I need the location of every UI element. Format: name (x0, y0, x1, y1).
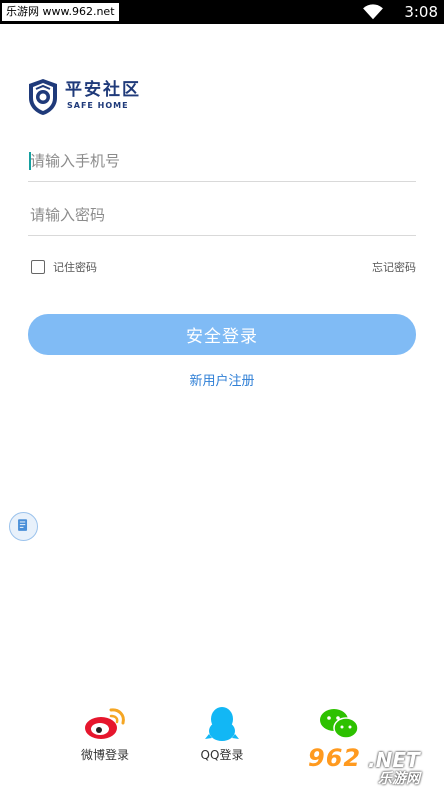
status-watermark: 乐游网 www.962.net (2, 3, 119, 21)
qq-login-button[interactable]: QQ登录 (182, 706, 262, 763)
password-field-container (28, 196, 416, 236)
logo-title: 平安社区 (65, 80, 141, 100)
register-link[interactable]: 新用户注册 (0, 370, 444, 389)
weibo-icon (85, 708, 125, 739)
forgot-password-link[interactable]: 忘记密码 (372, 259, 416, 275)
qq-login-label: QQ登录 (200, 748, 244, 762)
password-input[interactable] (28, 196, 416, 234)
wechat-icon (320, 709, 359, 739)
app-logo: 平安社区 SAFE HOME (27, 78, 187, 118)
weibo-login-label: 微博登录 (80, 748, 129, 762)
wifi-icon (363, 4, 383, 20)
login-button[interactable]: 安全登录 (28, 314, 416, 355)
remember-checkbox[interactable] (31, 260, 45, 274)
watermark-cn: 乐游网 (378, 771, 420, 787)
status-time: 3:08 (404, 3, 438, 21)
text-caret (29, 152, 31, 170)
status-bar: 乐游网 www.962.net 3:08 (0, 0, 444, 24)
floating-document-button[interactable] (9, 512, 38, 541)
remember-label: 记住密码 (53, 261, 97, 274)
qq-icon (205, 707, 239, 741)
document-icon (18, 519, 28, 531)
logo-subtitle: SAFE HOME (67, 101, 129, 110)
phone-input[interactable] (28, 142, 416, 180)
police-badge-icon (29, 79, 57, 115)
weibo-login-button[interactable]: 微博登录 (65, 706, 145, 763)
remember-password-toggle[interactable]: 记住密码 (31, 258, 97, 276)
watermark-number: 962 (308, 744, 362, 772)
wechat-login-button[interactable] (300, 706, 380, 746)
phone-field-container (28, 142, 416, 182)
site-watermark: 962 .NET 乐游网 (308, 744, 438, 787)
